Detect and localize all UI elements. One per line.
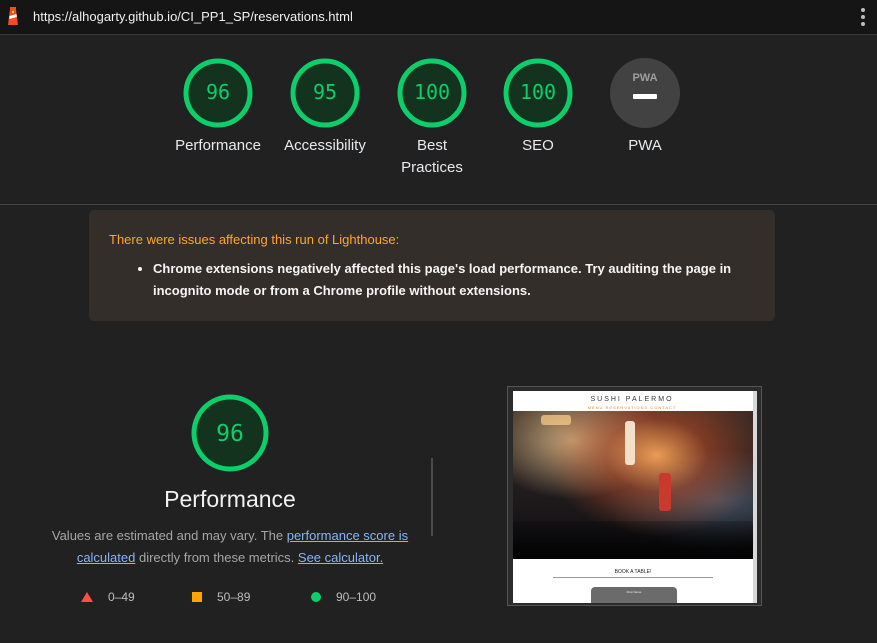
circle-icon [311,592,321,602]
triangle-icon [81,592,93,602]
final-screenshot[interactable]: SUSHI PALERMO MENU RESERVATIONS CONTACT … [507,386,762,606]
page-url[interactable]: https://alhogarty.github.io/CI_PP1_SP/re… [33,9,353,24]
runtime-warning: There were issues affecting this run of … [89,210,775,321]
section-divider [0,204,877,205]
desc-text: Values are estimated and may vary. The [51,528,287,543]
legend-label: 90–100 [336,590,377,604]
desc-text: directly from these metrics. [135,550,298,565]
warning-title: There were issues affecting this run of … [109,232,400,247]
thumb-rule [553,577,713,578]
thumb-brand: SUSHI PALERMO [590,396,674,403]
gauge-label: SEO [522,137,554,154]
gauge-ring-icon: 95 [290,58,360,128]
thumb-heading: BOOK A TABLE! [614,569,652,575]
gauge-score: 95 [313,80,337,104]
pwa-badge-icon: PWA [610,58,680,128]
gauge-label: Performance [175,137,261,154]
more-options-icon[interactable] [858,8,868,26]
performance-score: 96 [216,421,244,447]
gauge-score: 100 [520,80,556,104]
gauge-label: PWA [628,137,662,154]
legend-pass: 90–100 [311,590,376,604]
gauge-seo[interactable]: 100 SEO [483,57,593,157]
lighthouse-logo-icon [8,7,18,25]
performance-description: Values are estimated and may vary. The p… [40,525,420,569]
gauge-pwa[interactable]: PWA PWA [590,57,700,157]
gauge-label: Best Practices [401,137,463,176]
thumb-scrollbar [753,391,757,603]
gauge-score: 96 [206,80,230,104]
vertical-separator [431,458,433,536]
hero-photo [513,411,753,559]
thumb-form: First Name [591,587,677,603]
gauge-performance[interactable]: 96 Performance [163,57,273,157]
thumb-form-label: First Name [626,590,642,594]
warning-item: Chrome extensions negatively affected th… [153,258,755,302]
address-bar: https://alhogarty.github.io/CI_PP1_SP/re… [0,0,877,35]
square-icon [192,592,202,602]
gauge-ring-icon: 100 [397,58,467,128]
gauge-label: Accessibility [284,137,366,154]
legend-fail: 0–49 [81,590,135,604]
legend-label: 0–49 [108,590,135,604]
performance-gauge: 96 [191,394,269,472]
performance-title: Performance [164,486,296,512]
gauge-ring-icon: 96 [183,58,253,128]
see-calculator-link[interactable]: See calculator. [298,550,383,565]
screenshot-page: SUSHI PALERMO MENU RESERVATIONS CONTACT … [513,391,757,603]
legend-average: 50–89 [192,590,250,604]
gauge-accessibility[interactable]: 95 Accessibility [270,57,380,157]
pwa-badge-text: PWA [632,72,657,84]
thumb-nav: MENU RESERVATIONS CONTACT [587,405,677,410]
gauge-score: 100 [414,80,450,104]
gauge-best-practices[interactable]: 100 Best Practices [377,57,487,179]
gauge-ring-icon: 100 [503,58,573,128]
legend-label: 50–89 [217,590,251,604]
